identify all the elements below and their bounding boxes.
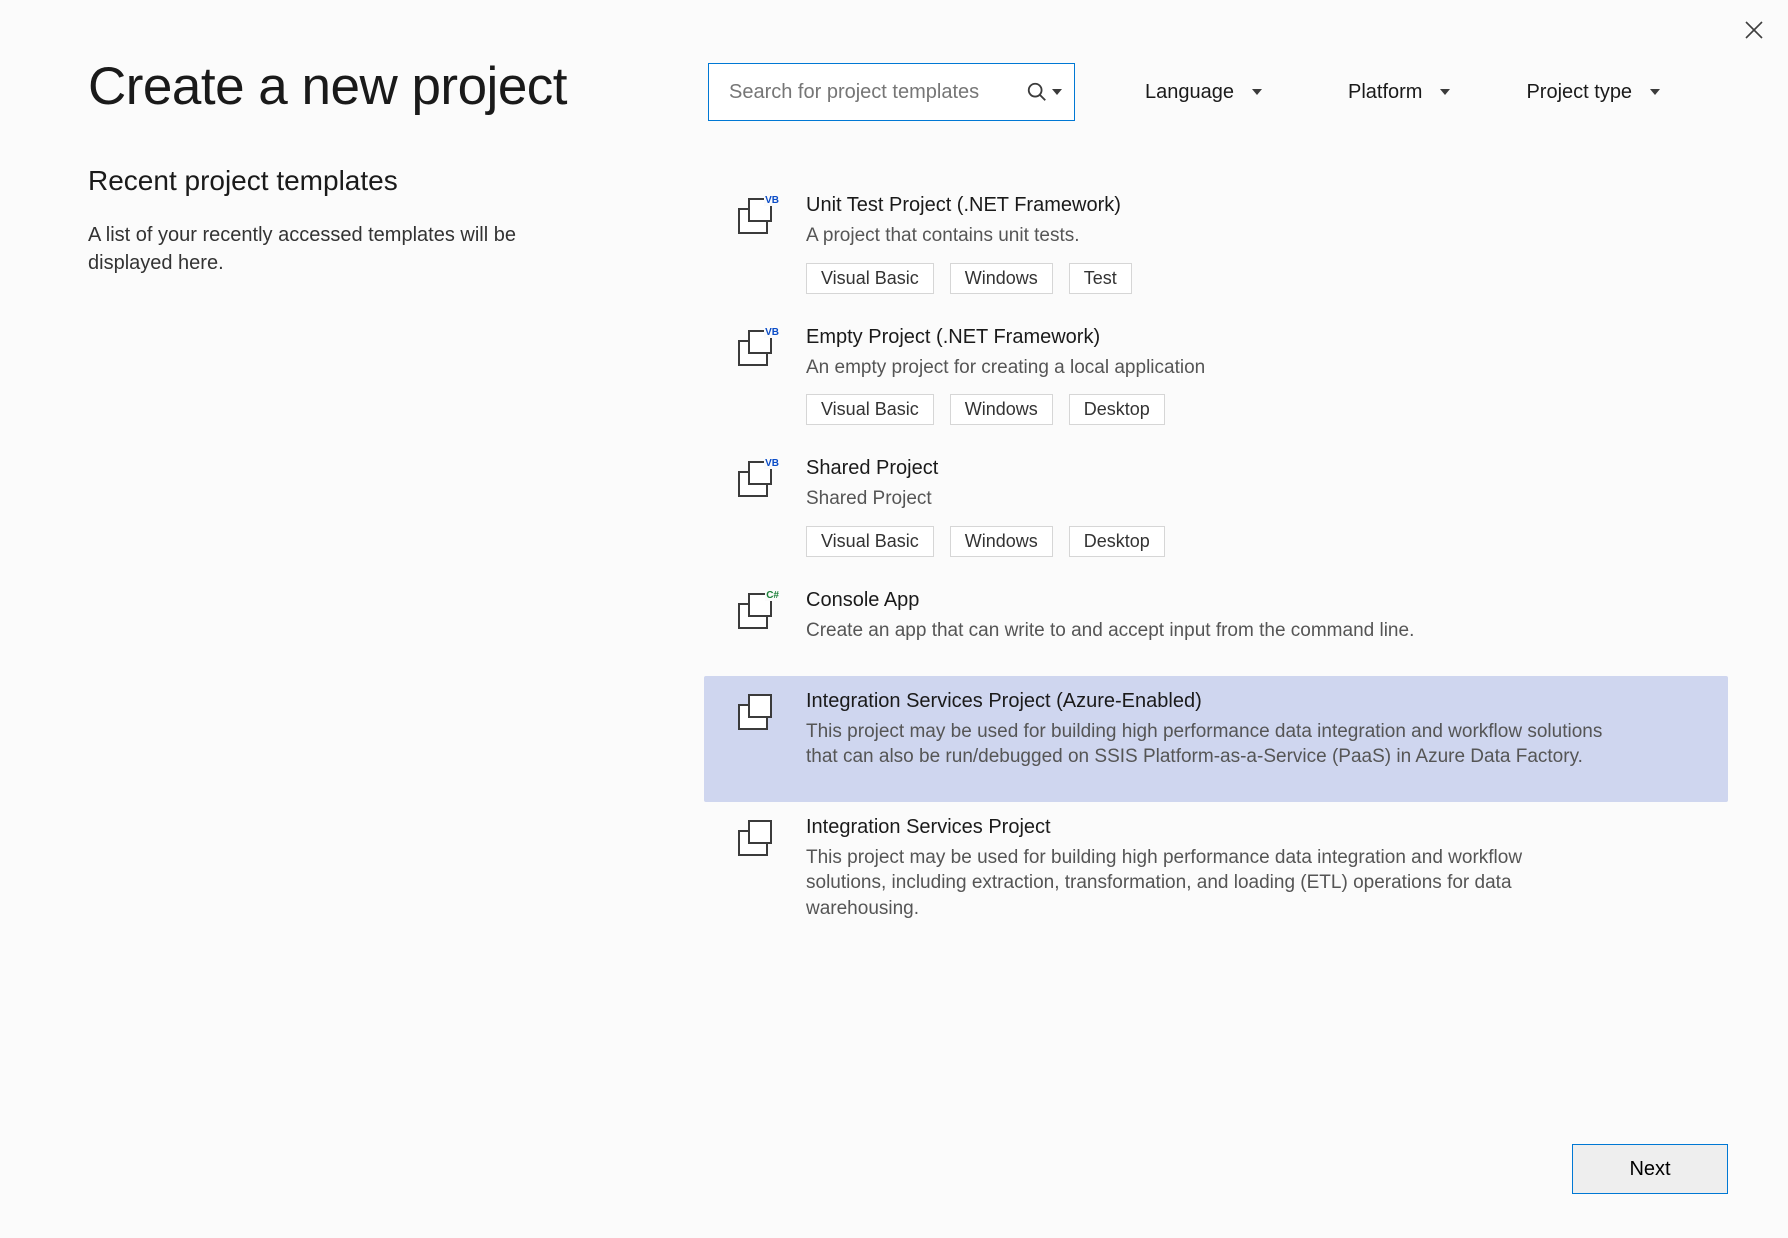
chevron-down-icon[interactable]: [1052, 87, 1062, 97]
close-icon: [1742, 18, 1766, 42]
template-title: Integration Services Project (Azure-Enab…: [806, 690, 1678, 713]
template-item[interactable]: VB Empty Project (.NET Framework) An empty…: [704, 312, 1728, 444]
lang-badge: VB: [764, 459, 780, 469]
platform-filter[interactable]: Platform: [1344, 75, 1454, 110]
template-tag: Visual Basic: [806, 263, 934, 294]
template-tag: Test: [1069, 263, 1132, 294]
search-input[interactable]: [727, 80, 1026, 105]
close-button[interactable]: [1742, 18, 1766, 42]
template-tag: Desktop: [1069, 394, 1165, 425]
lang-badge: C#: [765, 591, 780, 601]
project-type-filter-label: Project type: [1526, 81, 1632, 104]
template-title: Shared Project: [806, 457, 1678, 480]
template-description: An empty project for creating a local ap…: [806, 355, 1606, 381]
platform-filter-label: Platform: [1348, 81, 1422, 104]
template-title: Console App: [806, 589, 1678, 612]
template-item[interactable]: Integration Services Project This project…: [704, 802, 1728, 954]
page-title: Create a new project: [88, 56, 648, 117]
ssis-azure-project-icon: [734, 694, 778, 734]
language-filter[interactable]: Language: [1141, 75, 1266, 110]
template-title: Empty Project (.NET Framework): [806, 326, 1678, 349]
template-tag: Windows: [950, 263, 1053, 294]
template-tag: Windows: [950, 394, 1053, 425]
template-tag: Visual Basic: [806, 526, 934, 557]
template-description: This project may be used for building hi…: [806, 719, 1606, 770]
recent-templates-description: A list of your recently accessed templat…: [88, 221, 528, 277]
project-type-filter[interactable]: Project type: [1522, 75, 1664, 110]
template-tags: Visual Basic Windows Desktop: [806, 526, 1678, 557]
template-description: Shared Project: [806, 486, 1606, 512]
lang-badge: VB: [764, 328, 780, 338]
recent-templates-heading: Recent project templates: [88, 165, 648, 197]
chevron-down-icon: [1252, 87, 1262, 97]
empty-project-vb-icon: VB: [734, 330, 778, 370]
template-tags: Visual Basic Windows Desktop: [806, 394, 1678, 425]
template-item[interactable]: C# Console App Create an app that can writ…: [704, 575, 1728, 676]
template-item[interactable]: VB Unit Test Project (.NET Framework) A pr…: [704, 180, 1728, 312]
chevron-down-icon: [1650, 87, 1660, 97]
console-app-csharp-icon: C#: [734, 593, 778, 633]
search-input-container[interactable]: [708, 63, 1075, 121]
template-title: Unit Test Project (.NET Framework): [806, 194, 1678, 217]
ssis-project-icon: [734, 820, 778, 860]
unit-test-vb-icon: VB: [734, 198, 778, 238]
template-description: This project may be used for building hi…: [806, 845, 1606, 922]
template-list: VB Unit Test Project (.NET Framework) A pr…: [708, 180, 1728, 954]
chevron-down-icon: [1440, 87, 1450, 97]
template-item[interactable]: Integration Services Project (Azure-Enab…: [704, 676, 1728, 802]
lang-badge: VB: [764, 196, 780, 206]
search-icon: [1026, 81, 1048, 103]
language-filter-label: Language: [1145, 81, 1234, 104]
template-title: Integration Services Project: [806, 816, 1678, 839]
template-tag: Visual Basic: [806, 394, 934, 425]
template-tag: Desktop: [1069, 526, 1165, 557]
template-item[interactable]: VB Shared Project Shared Project Visual Bas…: [704, 443, 1728, 575]
template-description: A project that contains unit tests.: [806, 223, 1606, 249]
template-tags: Visual Basic Windows Test: [806, 263, 1678, 294]
template-tag: Windows: [950, 526, 1053, 557]
shared-project-vb-icon: VB: [734, 461, 778, 501]
template-description: Create an app that can write to and acce…: [806, 618, 1606, 644]
next-button[interactable]: Next: [1572, 1144, 1728, 1194]
